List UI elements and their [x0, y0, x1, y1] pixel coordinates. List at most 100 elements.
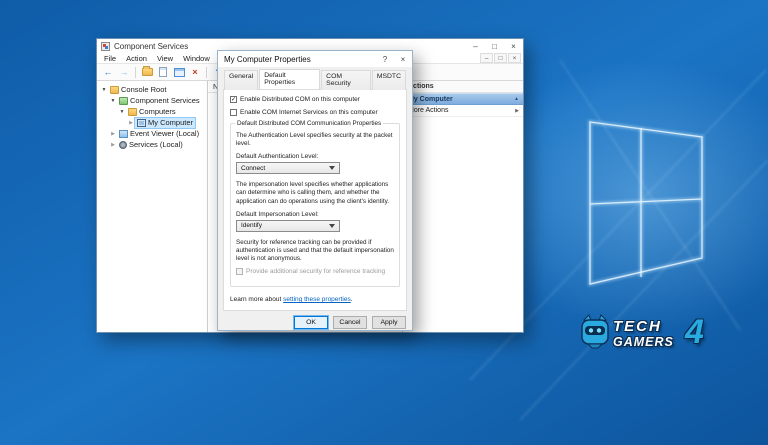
dialog-title: My Computer Properties — [224, 55, 311, 64]
learn-more-suffix: . — [351, 296, 353, 303]
watermark-gamers-text: GAMERS — [613, 335, 674, 349]
authentication-level-dropdown[interactable]: Connect — [236, 162, 340, 174]
export-list-icon[interactable] — [156, 66, 170, 79]
cancel-button[interactable]: Cancel — [333, 316, 367, 329]
tree-label: Computers — [139, 107, 176, 116]
up-folder-icon[interactable] — [140, 66, 154, 79]
collapsed-chevron-icon[interactable]: ▶ — [109, 131, 117, 137]
default-authentication-label: Default Authentication Level: — [236, 153, 394, 160]
watermark-four-text: 4 — [685, 313, 704, 352]
actions-pane-title: Actions — [403, 81, 523, 93]
my-computer-properties-dialog: My Computer Properties ? × General Defau… — [217, 50, 413, 331]
dcom-communication-properties-group: Default Distributed COM Communication Pr… — [230, 123, 400, 287]
tech4gamers-mascot-icon — [580, 314, 610, 352]
more-actions-item[interactable]: More Actions ▶ — [403, 105, 523, 117]
tab-general[interactable]: General — [224, 70, 258, 90]
dialog-title-bar[interactable]: My Computer Properties ? × — [218, 51, 412, 67]
menu-view[interactable]: View — [152, 54, 178, 63]
learn-more-text: Learn more about setting these propertie… — [230, 296, 353, 303]
tree-label: My Computer — [148, 118, 193, 127]
apply-button[interactable]: Apply — [372, 316, 406, 329]
child-restore-button[interactable]: □ — [494, 53, 507, 63]
actions-pane: Actions My Computer ▲ More Actions ▶ — [403, 81, 523, 332]
toolbar-separator — [206, 67, 207, 78]
setting-these-properties-link[interactable]: setting these properties — [283, 296, 351, 303]
maximize-button[interactable]: □ — [485, 39, 504, 53]
impersonation-description: The impersonation level specifies whethe… — [236, 181, 394, 206]
computer-icon — [137, 119, 146, 127]
impersonation-level-dropdown[interactable]: Identify — [236, 220, 340, 232]
dropdown-arrow-icon — [329, 224, 335, 228]
checkbox-checked[interactable]: ✓ — [230, 96, 237, 103]
back-icon[interactable]: ← — [101, 66, 115, 79]
menu-file[interactable]: File — [99, 54, 121, 63]
collapsed-chevron-icon[interactable]: ▶ — [127, 120, 135, 126]
desktop: Component Services – □ × File Action Vie… — [0, 0, 768, 445]
actions-section-label: My Computer — [408, 96, 453, 103]
checkbox-disabled — [236, 268, 243, 275]
ok-button[interactable]: OK — [294, 316, 328, 329]
child-minimize-button[interactable]: – — [480, 53, 493, 63]
dialog-help-button[interactable]: ? — [376, 51, 394, 67]
tree-label: Event Viewer (Local) — [130, 129, 199, 138]
delete-icon[interactable]: × — [188, 66, 202, 79]
impersonation-level-value: Identify — [241, 222, 262, 229]
tree-item-services[interactable]: ▶ Services (Local) — [97, 139, 207, 150]
tab-default-properties[interactable]: Default Properties — [259, 69, 320, 89]
console-tree-icon[interactable] — [172, 66, 186, 79]
learn-more-prefix: Learn more about — [230, 296, 283, 303]
watermark-tech-text: TECH — [613, 318, 674, 335]
reference-tracking-label: Provide additional security for referenc… — [246, 268, 385, 275]
component-services-icon — [119, 97, 128, 105]
dropdown-arrow-icon — [329, 166, 335, 170]
tree-item-my-computer[interactable]: ▶ My Computer — [97, 117, 207, 128]
expanded-chevron-icon[interactable]: ▼ — [109, 98, 117, 104]
authentication-level-value: Connect — [241, 165, 265, 172]
default-impersonation-label: Default Impersonation Level: — [236, 211, 394, 218]
mmc-app-icon — [101, 42, 110, 51]
check-icon: ✓ — [231, 97, 236, 103]
tree-label: Services (Local) — [129, 140, 183, 149]
tree-item-event-viewer[interactable]: ▶ Event Viewer (Local) — [97, 128, 207, 139]
minimize-button[interactable]: – — [466, 39, 485, 53]
authentication-description: The Authentication Level specifies secur… — [236, 132, 394, 148]
collapse-icon[interactable]: ▲ — [514, 96, 519, 102]
services-gear-icon — [119, 141, 127, 149]
dialog-button-row: OK Cancel Apply — [223, 311, 407, 334]
tab-msdtc[interactable]: MSDTC — [372, 70, 406, 90]
folder-icon — [128, 108, 137, 116]
window-title: Component Services — [114, 42, 188, 51]
event-viewer-icon — [119, 130, 128, 138]
menu-window[interactable]: Window — [178, 54, 215, 63]
enable-dcom-checkbox-row[interactable]: ✓ Enable Distributed COM on this compute… — [230, 96, 400, 103]
tree-label: Console Root — [121, 85, 166, 94]
actions-section-my-computer[interactable]: My Computer ▲ — [403, 93, 523, 105]
more-actions-label: More Actions — [408, 107, 448, 114]
enable-cis-label: Enable COM Internet Services on this com… — [240, 109, 378, 116]
reference-tracking-description: Security for reference tracking can be p… — [236, 239, 394, 264]
expanded-chevron-icon[interactable]: ▼ — [100, 87, 108, 93]
checkbox-unchecked[interactable] — [230, 109, 237, 116]
forward-icon[interactable]: → — [117, 66, 131, 79]
expanded-chevron-icon[interactable]: ▼ — [118, 109, 126, 115]
tree-item-computers[interactable]: ▼ Computers — [97, 106, 207, 117]
tech4gamers-watermark: TECH GAMERS 4 — [580, 314, 704, 352]
tab-com-security[interactable]: COM Security — [321, 70, 371, 90]
tree-item-console-root[interactable]: ▼ Console Root — [97, 84, 207, 95]
console-tree-pane: ▼ Console Root ▼ Component Services ▼ Co… — [97, 81, 208, 332]
reference-tracking-checkbox-row: Provide additional security for referenc… — [236, 268, 394, 275]
enable-cis-checkbox-row[interactable]: Enable COM Internet Services on this com… — [230, 109, 400, 116]
tab-strip: General Default Properties COM Security … — [223, 70, 407, 90]
close-button[interactable]: × — [504, 39, 523, 53]
menu-action[interactable]: Action — [121, 54, 152, 63]
toolbar-separator — [135, 67, 136, 78]
collapsed-chevron-icon[interactable]: ▶ — [109, 142, 117, 148]
dialog-close-button[interactable]: × — [394, 51, 412, 67]
child-close-button[interactable]: × — [508, 53, 521, 63]
more-actions-arrow-icon: ▶ — [515, 108, 519, 114]
group-title: Default Distributed COM Communication Pr… — [235, 120, 383, 127]
tree-label: Component Services — [130, 96, 200, 105]
enable-dcom-label: Enable Distributed COM on this computer — [240, 96, 360, 103]
tree-item-component-services[interactable]: ▼ Component Services — [97, 95, 207, 106]
default-properties-tab-page: ✓ Enable Distributed COM on this compute… — [223, 89, 407, 311]
